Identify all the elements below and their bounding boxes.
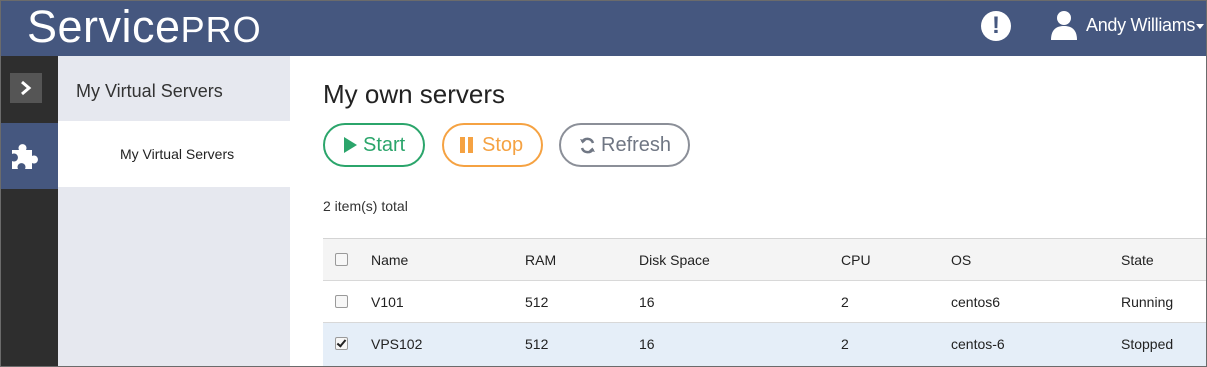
cell-cpu: 2 <box>841 294 849 310</box>
pause-icon <box>460 137 473 153</box>
top-bar: ServicePRO Andy Williams <box>1 1 1206 56</box>
sidebar-item-my-virtual-servers[interactable]: My Virtual Servers <box>58 121 290 187</box>
table-header-row: Name RAM Disk Space CPU OS State <box>323 239 1206 281</box>
alert-icon[interactable] <box>981 11 1011 41</box>
refresh-icon <box>580 137 595 154</box>
cell-ram: 512 <box>525 294 549 310</box>
start-label: Start <box>363 134 406 156</box>
column-header-ram[interactable]: RAM <box>525 252 556 268</box>
stop-label: Stop <box>482 134 524 156</box>
chevron-right-icon <box>21 80 32 96</box>
brand-main: Service <box>27 1 181 52</box>
column-header-name[interactable]: Name <box>371 252 408 268</box>
cell-cpu: 2 <box>841 336 849 352</box>
expand-sidebar-button[interactable] <box>10 73 42 103</box>
cell-disk: 16 <box>639 294 655 310</box>
column-header-os[interactable]: OS <box>951 252 971 268</box>
user-icon[interactable] <box>1051 10 1077 40</box>
refresh-button[interactable]: Refresh <box>559 123 690 167</box>
play-icon <box>344 137 357 153</box>
brand-sub: PRO <box>180 9 262 50</box>
user-menu[interactable]: Andy Williams <box>1086 15 1195 36</box>
row-checkbox[interactable] <box>335 295 348 308</box>
sidebar: My Virtual Servers My Virtual Servers <box>58 56 290 366</box>
cell-state: Stopped <box>1121 336 1174 352</box>
brand-logo[interactable]: ServicePRO <box>27 1 262 57</box>
table-row[interactable]: VPS102 512 16 2 centos-6 Stopped <box>323 323 1206 366</box>
select-all-checkbox[interactable] <box>335 253 348 266</box>
stop-button[interactable]: Stop <box>442 123 543 167</box>
cell-os: centos6 <box>951 294 1001 310</box>
cell-state: Running <box>1121 294 1174 310</box>
row-checkbox[interactable] <box>335 337 348 350</box>
chevron-down-icon[interactable] <box>1196 24 1204 29</box>
column-header-cpu[interactable]: CPU <box>841 252 871 268</box>
sidebar-item-label: My Virtual Servers <box>120 146 235 162</box>
table-row[interactable]: V101 512 16 2 centos6 Running <box>323 281 1206 323</box>
column-header-disk[interactable]: Disk Space <box>639 252 710 268</box>
cell-name: V101 <box>371 294 404 310</box>
rail-item-plugins[interactable] <box>1 123 58 189</box>
refresh-label: Refresh <box>601 134 672 156</box>
servers-table: Name RAM Disk Space CPU OS State V101 51… <box>323 238 1206 366</box>
cell-os: centos-6 <box>951 336 1005 352</box>
cell-disk: 16 <box>639 336 655 352</box>
start-button[interactable]: Start <box>323 123 425 167</box>
left-rail <box>1 56 58 366</box>
sidebar-title: My Virtual Servers <box>76 81 223 101</box>
item-count: 2 item(s) total <box>323 198 408 214</box>
column-header-state[interactable]: State <box>1121 252 1154 268</box>
cell-name: VPS102 <box>371 336 423 352</box>
cell-ram: 512 <box>525 336 549 352</box>
app-window: ServicePRO Andy Williams My Virtual Serv… <box>0 0 1207 367</box>
page-title: My own servers <box>323 79 506 109</box>
puzzle-icon <box>12 144 38 169</box>
